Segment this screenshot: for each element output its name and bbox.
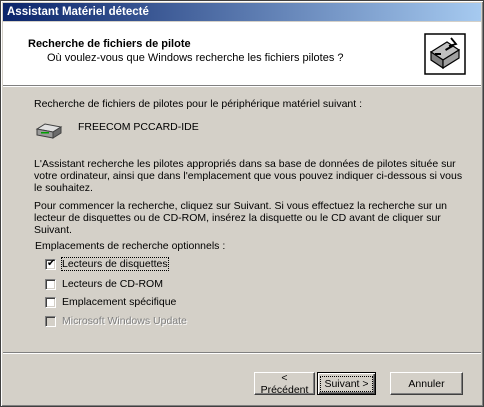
header-title: Recherche de fichiers de pilote: [28, 38, 191, 50]
header-subtitle: Où voulez-vous que Windows recherche les…: [47, 52, 344, 64]
specific-location-label: Emplacement spécifique: [62, 296, 177, 308]
cdrom-label: Lecteurs de CD-ROM: [62, 278, 163, 290]
description-paragraph-2: Pour commencer la recherche, cliquez sur…: [34, 200, 448, 236]
wizard-header: Recherche de fichiers de pilote Où voule…: [3, 22, 481, 85]
option-windows-update: Microsoft Windows Update: [45, 314, 187, 328]
option-floppy-drives[interactable]: ✔ Lecteurs de disquettes: [45, 257, 169, 271]
floppy-checkbox[interactable]: ✔: [45, 257, 56, 270]
pc-card-icon: [35, 123, 63, 139]
cancel-button[interactable]: Annuler: [390, 372, 463, 395]
hardware-wizard-icon: [424, 33, 466, 75]
intro-text: Recherche de fichiers de pilotes pour le…: [34, 98, 363, 110]
specific-location-checkbox[interactable]: [45, 296, 56, 308]
cdrom-checkbox[interactable]: [45, 278, 56, 290]
footer-separator: [3, 352, 481, 354]
window-title: Assistant Matériel détecté: [7, 6, 149, 18]
option-cdrom-drives[interactable]: Lecteurs de CD-ROM: [45, 277, 163, 291]
windows-update-checkbox: [45, 315, 56, 327]
description-paragraph-1: L'Assistant recherche les pilotes approp…: [34, 158, 463, 194]
floppy-label: Lecteurs de disquettes: [61, 257, 169, 271]
back-button[interactable]: < Précédent: [254, 372, 315, 396]
windows-update-label: Microsoft Windows Update: [62, 315, 187, 327]
wizard-window: Assistant Matériel détecté Recherche de …: [0, 0, 484, 407]
checkmark-icon: ✔: [47, 257, 56, 269]
device-name: FREECOM PCCARD-IDE: [78, 121, 199, 133]
title-bar[interactable]: Assistant Matériel détecté: [3, 3, 481, 21]
next-button[interactable]: Suivant >: [317, 372, 376, 395]
header-separator: [3, 85, 481, 87]
options-label: Emplacements de recherche optionnels :: [35, 240, 226, 252]
option-specific-location[interactable]: Emplacement spécifique: [45, 295, 176, 309]
